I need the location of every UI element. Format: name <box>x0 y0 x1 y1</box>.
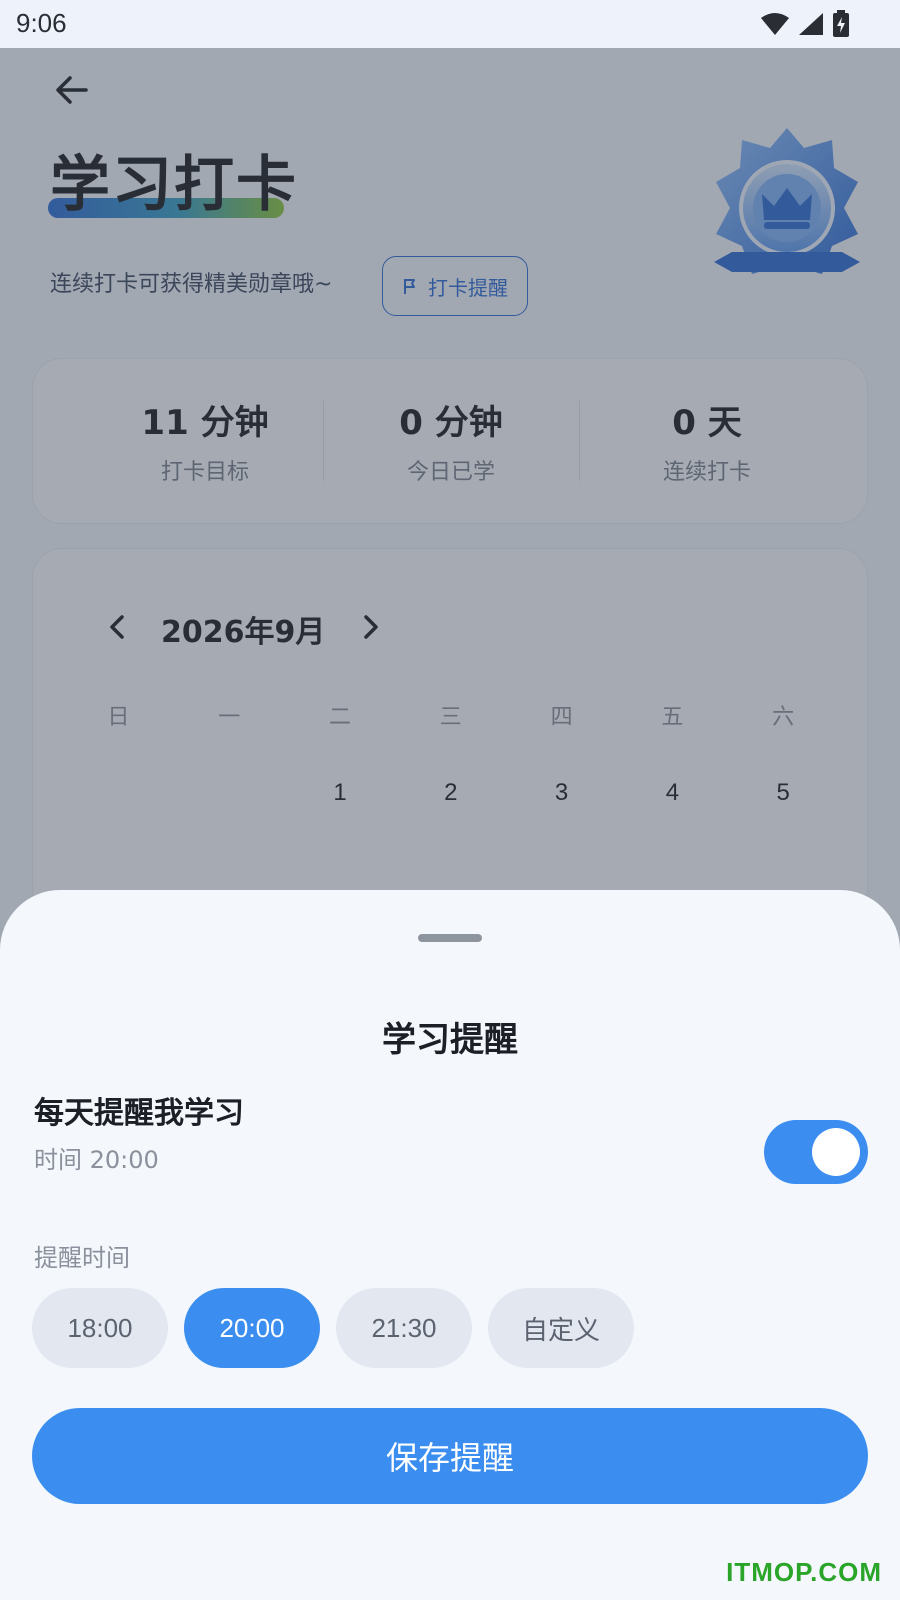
status-time: 9:06 <box>16 8 67 38</box>
daily-reminder-toggle[interactable] <box>764 1120 868 1184</box>
sheet-title: 学习提醒 <box>382 1020 518 1060</box>
status-icons <box>760 10 850 38</box>
watermark: ITMOP.COM <box>726 1557 882 1587</box>
signal-icon <box>799 13 823 35</box>
reminder-bottom-sheet: 学习提醒 每天提醒我学习 时间 20:00 提醒时间 18:00 20:00 2… <box>0 890 900 1600</box>
status-bar: 9:06 <box>0 0 900 48</box>
time-options: 18:00 20:00 21:30 自定义 <box>32 1288 634 1368</box>
toggle-knob <box>812 1128 860 1176</box>
daily-reminder-label: 每天提醒我学习 <box>34 1096 244 1131</box>
save-reminder-button[interactable]: 保存提醒 <box>32 1408 868 1504</box>
time-option-2130[interactable]: 21:30 <box>336 1288 472 1368</box>
time-option-custom[interactable]: 自定义 <box>488 1288 634 1368</box>
battery-icon <box>833 10 849 37</box>
time-option-2000[interactable]: 20:00 <box>184 1288 320 1368</box>
reminder-time-label: 提醒时间 <box>34 1244 130 1272</box>
wifi-icon <box>761 13 789 35</box>
sheet-drag-handle[interactable] <box>418 934 482 942</box>
daily-reminder-time: 时间 20:00 <box>34 1146 159 1174</box>
time-option-1800[interactable]: 18:00 <box>32 1288 168 1368</box>
